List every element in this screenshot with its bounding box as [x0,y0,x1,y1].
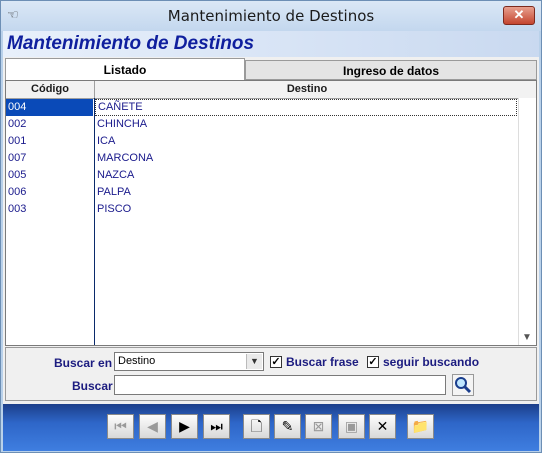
new-document-icon: 🗋 [250,418,263,434]
cell-destino[interactable]: CHINCHA [97,116,517,133]
cell-destino[interactable]: ICA [97,133,517,150]
cell-destino[interactable]: PALPA [97,184,517,201]
form-title: Mantenimiento de Destinos [7,33,255,54]
window-title: Mantenimiento de Destinos [167,7,375,25]
cell-codigo[interactable]: 004 [6,99,93,116]
first-icon: ⏮ [114,418,127,434]
delete-record-button[interactable]: ✕ [369,414,396,439]
buscar-label: Buscar [72,379,113,393]
table-row[interactable]: 007 MARCONA [6,150,519,167]
title-bar: ☜ Mantenimiento de Destinos ✕ [1,1,541,31]
edit-record-button[interactable]: ✎ [274,414,301,439]
tab-ingreso-de-datos[interactable]: Ingreso de datos [245,60,537,80]
buscar-en-label: Buscar en [54,356,113,370]
cell-destino[interactable]: NAZCA [97,167,517,184]
delete-icon: ✕ [376,418,389,434]
cell-codigo[interactable]: 006 [8,184,92,201]
buscar-en-select[interactable]: Destino ▼ [114,352,264,371]
save-icon: ▣ [344,418,359,434]
chevron-down-icon[interactable]: ▼ [246,354,262,369]
vertical-scrollbar[interactable]: ▼ [518,98,536,345]
cell-codigo[interactable]: 001 [8,133,92,150]
destinos-grid: Código Destino 004 CAÑETE 002 CHINCHA 00… [5,80,537,346]
navigation-toolbar: ⏮ ◀ ▶ ⏭ 🗋 ✎ ⊠ ▣ ✕ 📁 [3,404,539,451]
form-header: Mantenimiento de Destinos [3,31,539,57]
edit-icon: ✎ [281,418,294,434]
search-icon [455,377,472,394]
last-icon: ⏭ [210,418,223,434]
seguir-buscando-label[interactable]: seguir buscando [383,355,479,369]
column-header-codigo[interactable]: Código [6,81,95,98]
new-record-button[interactable]: 🗋 [243,414,270,439]
column-header-destino[interactable]: Destino [95,81,519,98]
cell-codigo[interactable]: 003 [8,201,92,218]
save-record-button[interactable]: ▣ [338,414,365,439]
table-row[interactable]: 004 CAÑETE [6,99,519,116]
buscar-frase-checkbox[interactable]: ✓ [270,356,282,368]
close-button[interactable]: ✕ [503,6,535,25]
buscar-en-value: Destino [118,355,156,367]
next-record-button[interactable]: ▶ [171,414,198,439]
search-panel: Buscar en Destino ▼ ✓ Buscar frase ✓ seg… [5,347,537,401]
table-row[interactable]: 006 PALPA [6,184,519,201]
next-icon: ▶ [179,418,190,434]
grid-header: Código Destino [6,81,536,99]
table-row[interactable]: 002 CHINCHA [6,116,519,133]
last-record-button[interactable]: ⏭ [203,414,230,439]
cell-destino[interactable]: CAÑETE [95,99,517,116]
cell-codigo[interactable]: 002 [8,116,92,133]
cell-codigo[interactable]: 007 [8,150,92,167]
cell-codigo[interactable]: 005 [8,167,92,184]
tab-listado[interactable]: Listado [5,58,245,80]
grid-rows: 004 CAÑETE 002 CHINCHA 001 ICA 007 MARCO… [6,99,519,218]
table-row[interactable]: 005 NAZCA [6,167,519,184]
table-row[interactable]: 003 PISCO [6,201,519,218]
cancel-edit-button[interactable]: ⊠ [305,414,332,439]
client-area: Mantenimiento de Destinos Listado Ingres… [3,31,539,451]
buscar-frase-label[interactable]: Buscar frase [286,355,359,369]
search-input[interactable] [114,375,446,395]
first-record-button[interactable]: ⏮ [107,414,134,439]
table-row[interactable]: 001 ICA [6,133,519,150]
app-window: ☜ Mantenimiento de Destinos ✕ Mantenimie… [0,0,542,453]
scroll-down-arrow-icon[interactable]: ▼ [522,332,532,343]
cell-destino[interactable]: MARCONA [97,150,517,167]
exit-button[interactable]: 📁 [407,414,434,439]
previous-icon: ◀ [147,418,158,434]
cancel-edit-icon: ⊠ [312,418,325,434]
search-button[interactable] [452,374,474,396]
cell-destino[interactable]: PISCO [97,201,517,218]
seguir-buscando-checkbox[interactable]: ✓ [367,356,379,368]
exit-folder-icon: 📁 [411,418,430,434]
previous-record-button[interactable]: ◀ [139,414,166,439]
